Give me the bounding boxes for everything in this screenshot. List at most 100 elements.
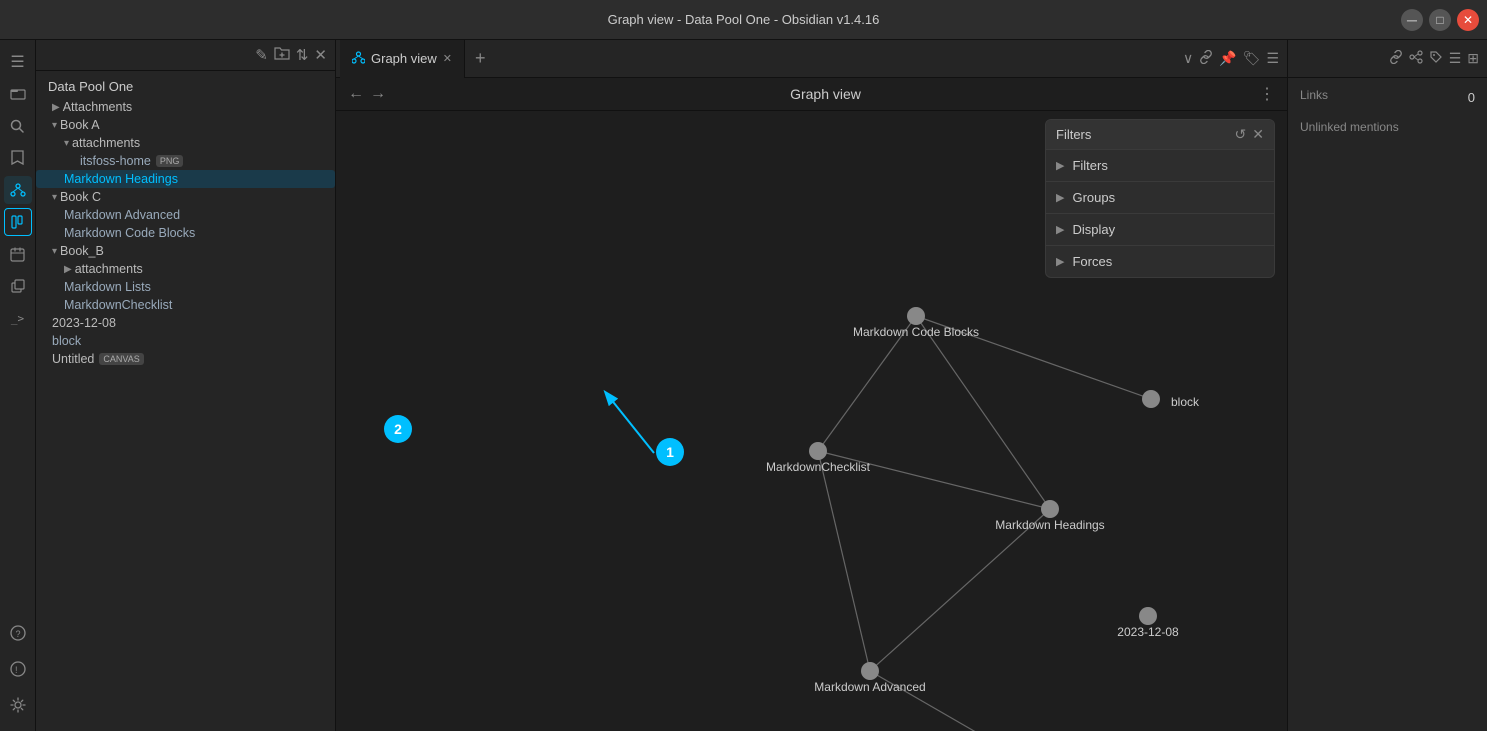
graph-view-tab[interactable]: Graph view ✕ bbox=[340, 40, 465, 78]
book-a-attachments-folder[interactable]: ▾ attachments bbox=[36, 134, 335, 152]
right-panel-toolbar: ☰ ⊞ bbox=[1288, 40, 1487, 78]
file-tree: Data Pool One ▶ Attachments ▾ Book A ▾ a… bbox=[36, 71, 335, 731]
filters-panel-item[interactable]: ▶ Filters bbox=[1046, 150, 1274, 182]
new-file-icon[interactable]: ✎ bbox=[255, 46, 268, 64]
svg-text:MarkdownChecklist: MarkdownChecklist bbox=[766, 460, 871, 474]
graph-more-icon[interactable]: ⋮ bbox=[1259, 84, 1275, 104]
filter-reset-icon[interactable]: ↺ bbox=[1235, 126, 1247, 143]
book-c-folder[interactable]: ▾ Book C bbox=[36, 188, 335, 206]
chevron-down-icon: ▾ bbox=[64, 138, 69, 149]
new-folder-icon[interactable] bbox=[274, 46, 290, 64]
markdown-code-blocks-file[interactable]: Markdown Code Blocks bbox=[36, 224, 335, 242]
help-circle-icon[interactable]: ? bbox=[4, 619, 32, 647]
svg-text:block: block bbox=[1171, 395, 1200, 409]
svg-text:?: ? bbox=[15, 629, 20, 639]
copy-icon[interactable] bbox=[4, 272, 32, 300]
graph-toolbar: ← → Graph view ⋮ bbox=[336, 78, 1287, 111]
svg-text:Markdown Advanced: Markdown Advanced bbox=[814, 680, 925, 694]
window-controls: ─ □ ✕ bbox=[1401, 9, 1479, 31]
graph-view-title: Graph view bbox=[392, 86, 1259, 102]
markdown-headings-file[interactable]: Markdown Headings bbox=[36, 170, 335, 188]
tab-bar: Graph view ✕ + ∨ 📌 🏷 ☰ bbox=[336, 40, 1287, 78]
window-title: Graph view - Data Pool One - Obsidian v1… bbox=[608, 12, 880, 27]
title-bar: Graph view - Data Pool One - Obsidian v1… bbox=[0, 0, 1487, 40]
filters-label: Filters bbox=[1072, 158, 1107, 173]
sidebar-toggle-icon[interactable]: ☰ bbox=[4, 48, 32, 76]
app-layout: ☰ bbox=[0, 40, 1487, 731]
right-tag-icon[interactable] bbox=[1429, 50, 1443, 67]
node-markdown-code-blocks[interactable] bbox=[907, 307, 925, 325]
tab-dropdown-icon[interactable]: ∨ bbox=[1183, 50, 1193, 67]
minimize-button[interactable]: ─ bbox=[1401, 9, 1423, 31]
forces-label: Forces bbox=[1072, 254, 1112, 269]
right-link-icon-1[interactable] bbox=[1389, 50, 1403, 67]
filter-close-icon[interactable]: ✕ bbox=[1252, 126, 1264, 143]
filter-panel-title: Filters bbox=[1056, 127, 1091, 142]
chevron-down-icon: ▾ bbox=[52, 120, 57, 131]
links-value: 0 bbox=[1468, 90, 1475, 105]
filter-panel: Filters ↺ ✕ ▶ Filters ▶ Groups ▶ Display bbox=[1045, 119, 1275, 278]
itsfoss-home-file[interactable]: itsfoss-home PNG bbox=[36, 152, 335, 170]
collapse-icon[interactable]: ✕ bbox=[314, 46, 327, 64]
terminal-icon[interactable]: _> bbox=[4, 304, 32, 332]
kanban-icon[interactable] bbox=[4, 208, 32, 236]
right-more-icon[interactable]: ☰ bbox=[1449, 50, 1462, 67]
annotation-2: 2 bbox=[384, 415, 412, 443]
sidebar-toolbar: ✎ ⇅ ✕ bbox=[36, 40, 335, 71]
markdown-advanced-file[interactable]: Markdown Advanced bbox=[36, 206, 335, 224]
groups-chevron-icon: ▶ bbox=[1056, 191, 1064, 204]
markdown-lists-file[interactable]: Markdown Lists bbox=[36, 278, 335, 296]
node-markdown-headings[interactable] bbox=[1041, 500, 1059, 518]
calendar-icon[interactable] bbox=[4, 240, 32, 268]
links-label: Links bbox=[1300, 88, 1328, 102]
tag-icon[interactable]: 🏷 bbox=[1243, 50, 1261, 67]
maximize-button[interactable]: □ bbox=[1429, 9, 1451, 31]
node-markdown-advanced[interactable] bbox=[861, 662, 879, 680]
markdown-checklist-file[interactable]: MarkdownChecklist bbox=[36, 296, 335, 314]
svg-text:2023-12-08: 2023-12-08 bbox=[1117, 625, 1179, 639]
file-sidebar: ✎ ⇅ ✕ Data Pool One ▶ Attachments bbox=[36, 40, 336, 731]
filter-panel-header: Filters ↺ ✕ bbox=[1046, 120, 1274, 150]
book-b-folder[interactable]: ▾ Book_B bbox=[36, 242, 335, 260]
close-button[interactable]: ✕ bbox=[1457, 9, 1479, 31]
question-icon[interactable]: ! bbox=[4, 655, 32, 683]
bookmark-icon[interactable] bbox=[4, 144, 32, 172]
untitled-canvas-file[interactable]: Untitled CANVAS bbox=[36, 350, 335, 368]
book-a-folder[interactable]: ▾ Book A bbox=[36, 116, 335, 134]
unlinked-mentions-label: Unlinked mentions bbox=[1300, 120, 1399, 134]
forces-chevron-icon: ▶ bbox=[1056, 255, 1064, 268]
forces-panel-item[interactable]: ▶ Forces bbox=[1046, 246, 1274, 277]
book-b-attachments-folder[interactable]: ▶ attachments bbox=[36, 260, 335, 278]
linked-view-icon[interactable] bbox=[1199, 50, 1213, 67]
unlinked-mentions-section: Unlinked mentions bbox=[1300, 118, 1475, 136]
tab-close-icon[interactable]: ✕ bbox=[443, 52, 452, 65]
graph-view-tab-label: Graph view bbox=[371, 51, 437, 66]
settings-icon[interactable] bbox=[4, 691, 32, 719]
new-tab-button[interactable]: + bbox=[465, 48, 496, 69]
node-markdown-checklist[interactable] bbox=[809, 442, 827, 460]
right-panel-content: Links 0 Unlinked mentions bbox=[1288, 78, 1487, 158]
block-file[interactable]: block bbox=[36, 332, 335, 350]
right-panel: ☰ ⊞ Links 0 Unlinked mentions bbox=[1287, 40, 1487, 731]
graph-tab-icon bbox=[352, 51, 365, 67]
node-date[interactable] bbox=[1139, 607, 1157, 625]
search-icon[interactable] bbox=[4, 112, 32, 140]
node-block[interactable] bbox=[1142, 390, 1160, 408]
graph-canvas[interactable]: Markdown Code Blocks block MarkdownCheck… bbox=[336, 111, 1287, 731]
attachments-root-folder[interactable]: ▶ Attachments bbox=[36, 98, 335, 116]
groups-panel-item[interactable]: ▶ Groups bbox=[1046, 182, 1274, 214]
pin-icon[interactable]: 📌 bbox=[1219, 50, 1236, 67]
forward-button[interactable]: → bbox=[370, 85, 386, 103]
right-toggle-icon[interactable]: ⊞ bbox=[1467, 50, 1479, 67]
folder-open-icon[interactable] bbox=[4, 80, 32, 108]
display-panel-item[interactable]: ▶ Display bbox=[1046, 214, 1274, 246]
more-options-icon[interactable]: ☰ bbox=[1266, 50, 1279, 67]
graph-icon[interactable] bbox=[4, 176, 32, 204]
tab-bar-actions: ∨ 📌 🏷 ☰ bbox=[1183, 50, 1287, 67]
back-button[interactable]: ← bbox=[348, 85, 364, 103]
sort-icon[interactable]: ⇅ bbox=[296, 46, 309, 64]
right-link-icon-2[interactable] bbox=[1409, 50, 1423, 67]
icon-rail: ☰ bbox=[0, 40, 36, 731]
date-file[interactable]: 2023-12-08 bbox=[36, 314, 335, 332]
svg-text:!: ! bbox=[15, 665, 18, 675]
